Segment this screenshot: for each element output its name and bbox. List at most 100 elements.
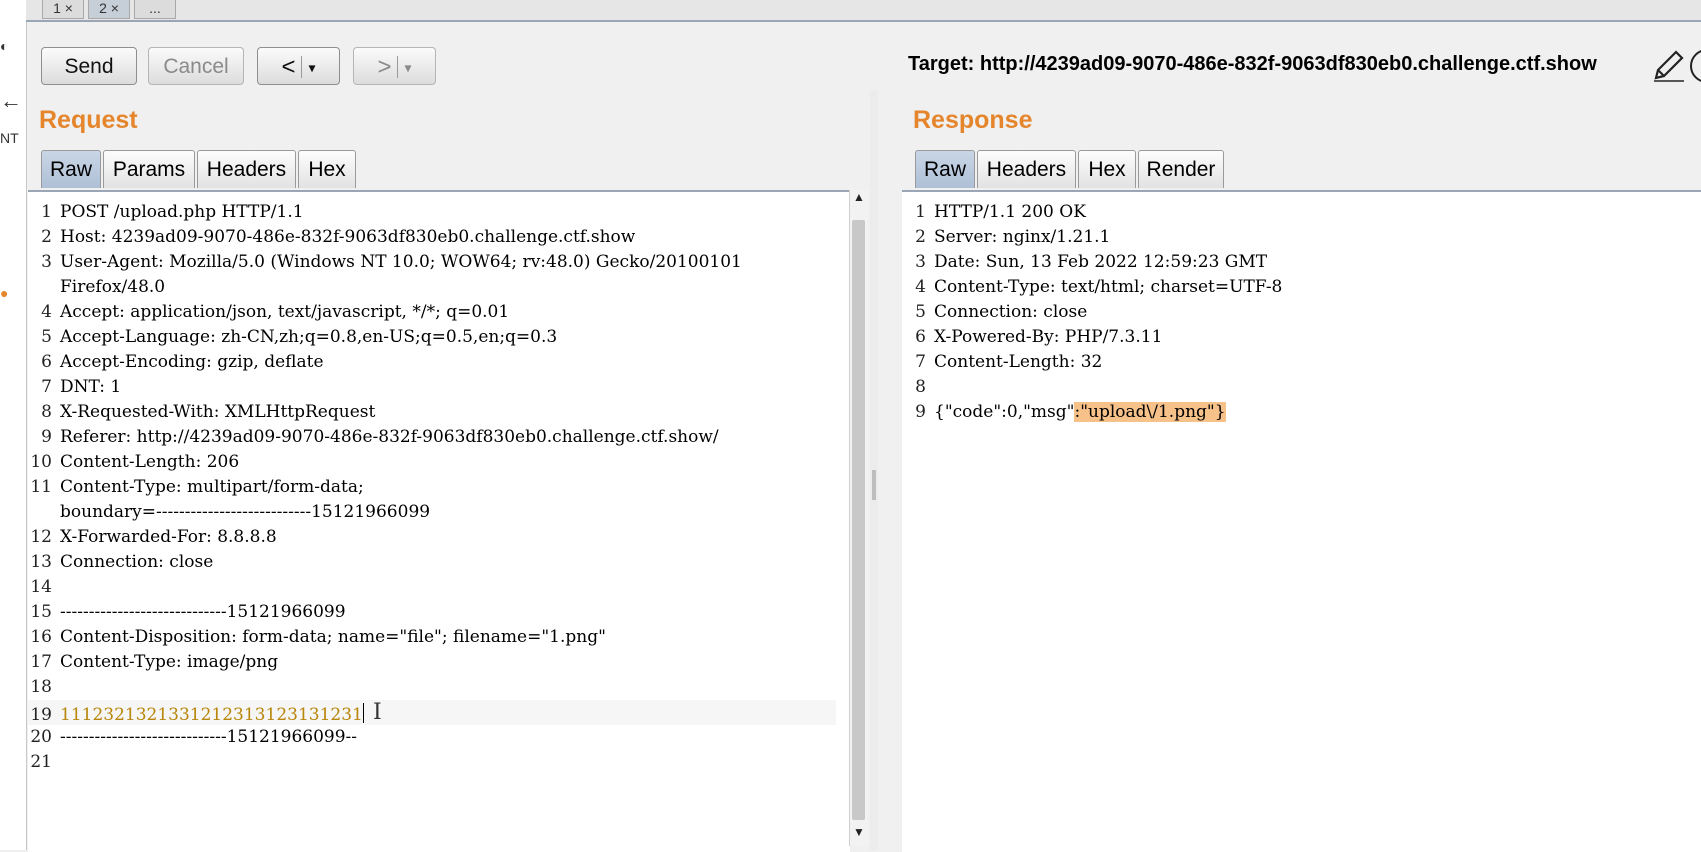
response-tab-headers[interactable]: Headers [977,150,1076,188]
editor-line[interactable]: 3 Date: Sun, 13 Feb 2022 12:59:23 GMT [902,250,1267,275]
editor-line[interactable]: 4 Accept: application/json, text/javascri… [28,300,509,325]
editor-line[interactable]: 10 Content-Length: 206 [28,450,239,475]
editor-line[interactable]: 19 1112321321331212313123131231 [28,700,836,725]
bookmark-icon: ● [0,285,9,301]
panel-splitter[interactable] [870,90,878,850]
editor-line[interactable]: 14 [28,575,60,600]
line-text: Content-Type: multipart/form-data; [60,477,364,497]
line-number: 11 [30,477,52,497]
request-tab-headers[interactable]: Headers [197,150,296,188]
line-text: -----------------------------15121966099 [60,602,346,622]
repeater-tab-2[interactable]: 2 × [88,0,130,19]
highlighted-text: :"upload\/1.png"} [1074,402,1226,422]
request-tab-hex[interactable]: Hex [298,150,356,188]
close-icon[interactable]: × [65,0,73,16]
splitter-grip[interactable] [872,470,876,500]
editor-line[interactable]: 1 HTTP/1.1 200 OK [902,200,1086,225]
line-text: -----------------------------15121966099… [60,727,358,747]
chevron-down-icon[interactable]: ▾ [308,59,315,75]
line-text: boundary=---------------------------1512… [60,502,431,522]
line-number: 2 [915,227,926,247]
request-tab-raw[interactable]: Raw [41,150,101,188]
back-button[interactable]: < ▾ [257,47,340,85]
editor-line[interactable]: 7 DNT: 1 [28,375,121,400]
line-text: HTTP/1.1 200 OK [934,202,1086,222]
divider [397,56,399,79]
response-tab-raw[interactable]: Raw [915,150,975,188]
scroll-down-icon[interactable]: ▼ [853,825,865,839]
forward-button[interactable]: > ▾ [353,47,436,85]
edit-target-pencil-icon[interactable] [1648,48,1688,84]
line-number: 9 [41,427,52,447]
scroll-thumb[interactable] [852,220,865,820]
editor-line[interactable]: 6 Accept-Encoding: gzip, deflate [28,350,323,375]
line-number: 7 [41,377,52,397]
tab-label: 2 [99,0,107,16]
editor-line[interactable]: 7 Content-Length: 32 [902,350,1102,375]
editor-line[interactable]: 1 POST /upload.php HTTP/1.1 [28,200,304,225]
back-arrow-icon: < [281,53,296,81]
line-number: 5 [41,327,52,347]
editor-line[interactable]: Firefox/48.0 [28,275,165,300]
response-tab-render[interactable]: Render [1138,150,1224,188]
send-button[interactable]: Send [41,47,137,85]
response-title: Response [913,106,1033,134]
line-text: DNT: 1 [60,377,122,397]
editor-line[interactable]: 4 Content-Type: text/html; charset=UTF-8 [902,275,1282,300]
editor-line[interactable]: 15 -----------------------------151219660… [28,600,346,625]
editor-line[interactable]: 6 X-Powered-By: PHP/7.3.11 [902,325,1162,350]
line-number: 6 [915,327,926,347]
line-number: 1 [41,202,52,222]
chevron-down-icon[interactable]: ▾ [404,59,411,75]
editor-line[interactable]: 2 Host: 4239ad09-9070-486e-832f-9063df830… [28,225,635,250]
line-text: Content-Type: image/png [60,652,279,672]
browser-icon: ◐ [0,38,9,54]
line-text: X-Forwarded-For: 8.8.8.8 [60,527,277,547]
editor-line[interactable]: 5 Connection: close [902,300,1087,325]
editor-line[interactable]: 11 Content-Type: multipart/form-data; [28,475,364,500]
response-editor[interactable]: 1 HTTP/1.1 200 OK 2 Server: nginx/1.21.1 3 Da… [902,190,1701,852]
repeater-tab-more[interactable]: ... [134,0,176,19]
editor-line[interactable]: 16 Content-Disposition: form-data; name="… [28,625,606,650]
line-text: POST /upload.php HTTP/1.1 [60,202,304,222]
line-number: 17 [30,652,52,672]
forward-arrow-icon: > [377,53,392,81]
line-number: 18 [30,677,52,697]
line-number: 8 [915,377,926,397]
editor-line[interactable]: 18 [28,675,60,700]
line-text: Host: 4239ad09-9070-486e-832f-9063df830e… [60,227,636,247]
line-text: Connection: close [60,552,214,572]
repeater-tab-1[interactable]: 1 × [42,0,84,19]
line-number: 13 [30,552,52,572]
editor-line[interactable]: 9 Referer: http://4239ad09-9070-486e-832f… [28,425,718,450]
editor-line[interactable]: 2 Server: nginx/1.21.1 [902,225,1110,250]
editor-line[interactable]: 8 [902,375,934,400]
line-text: Server: nginx/1.21.1 [934,227,1111,247]
request-editor[interactable]: 1 POST /upload.php HTTP/1.1 2 Host: 4239ad0… [28,190,850,852]
repeater-tab-bar: 1 × 2 × ... [26,0,1701,22]
line-text: Accept: application/json, text/javascrip… [60,302,510,322]
cancel-button[interactable]: Cancel [148,47,244,85]
editor-line[interactable]: 17 Content-Type: image/png [28,650,278,675]
request-scrollbar[interactable]: ▲ ▼ [849,190,868,846]
editor-line[interactable]: 3 User-Agent: Mozilla/5.0 (Windows NT 10.… [28,250,742,275]
line-number: 5 [915,302,926,322]
close-icon[interactable]: × [111,0,119,16]
line-number: 3 [915,252,926,272]
scroll-up-icon[interactable]: ▲ [853,190,865,204]
editor-line[interactable]: 5 Accept-Language: zh-CN,zh;q=0.8,en-US;q… [28,325,557,350]
line-text: User-Agent: Mozilla/5.0 (Windows NT 10.0… [60,252,742,272]
line-number: 3 [41,252,52,272]
editor-line[interactable]: 13 Connection: close [28,550,213,575]
editor-line[interactable]: 12 X-Forwarded-For: 8.8.8.8 [28,525,277,550]
editor-line[interactable]: 21 [28,750,60,775]
response-tab-hex[interactable]: Hex [1078,150,1136,188]
editor-line[interactable]: 20 -----------------------------151219660… [28,725,357,750]
editor-line[interactable]: boundary=---------------------------1512… [28,500,430,525]
line-number: 7 [915,352,926,372]
help-icon[interactable] [1690,49,1701,83]
target-label: Target: http://4239ad09-9070-486e-832f-9… [908,53,1597,75]
editor-line[interactable]: 8 X-Requested-With: XMLHttpRequest [28,400,375,425]
request-tab-params[interactable]: Params [103,150,195,188]
editor-line[interactable]: 9 {"code":0,"msg":"upload\/1.png"} [902,400,1226,425]
